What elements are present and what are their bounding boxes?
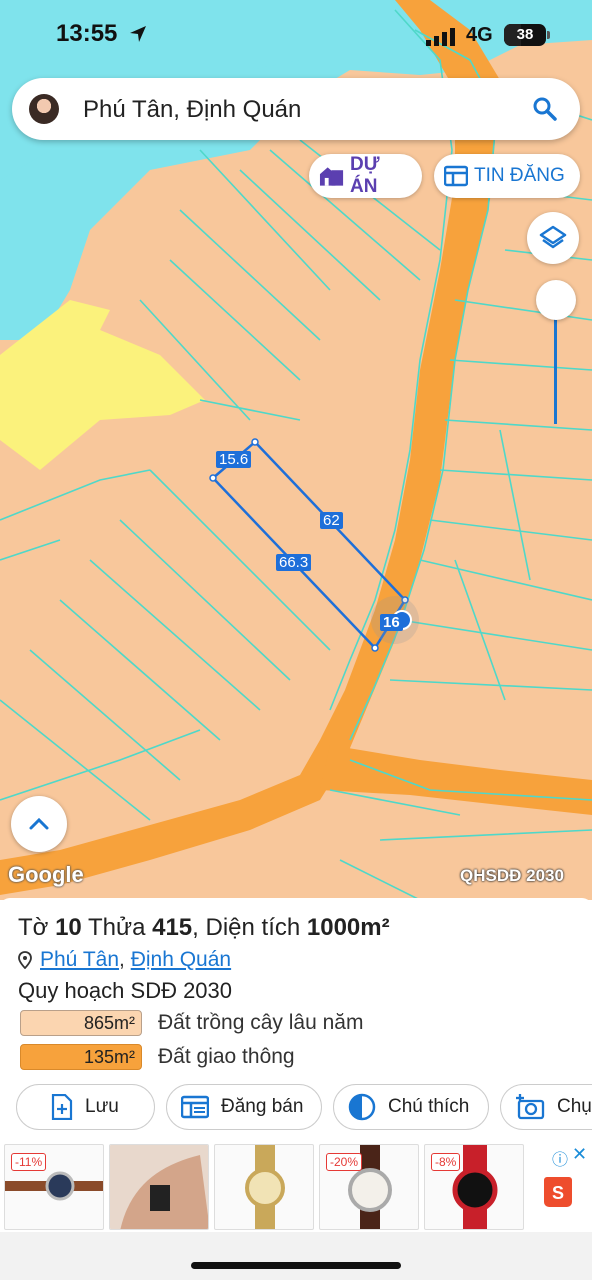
post-sale-label: Đăng bán bbox=[221, 1096, 304, 1117]
discount-badge: -11% bbox=[11, 1153, 47, 1171]
discount-badge: -8% bbox=[431, 1153, 461, 1171]
add-photo-icon bbox=[516, 1094, 545, 1120]
status-bar: 13:55 4G 38 bbox=[0, 0, 592, 70]
location-arrow-icon bbox=[130, 26, 146, 42]
title-mid2: , Diện tích bbox=[192, 914, 307, 941]
ad-item[interactable] bbox=[109, 1144, 209, 1230]
legend-area: 865m² bbox=[20, 1010, 142, 1036]
close-icon[interactable]: ✕ bbox=[572, 1144, 587, 1165]
parcel-area: 1000m² bbox=[306, 914, 390, 941]
listings-icon bbox=[181, 1095, 209, 1119]
shopee-logo-icon[interactable]: S bbox=[544, 1177, 572, 1207]
district-link[interactable]: Định Quán bbox=[131, 948, 231, 972]
title-mid: Thửa bbox=[81, 914, 153, 941]
projects-chip-label: DỰ ÁN bbox=[350, 154, 380, 197]
plan-label: Quy hoạch SDĐ 2030 bbox=[18, 978, 233, 1003]
parcel-marker-label[interactable]: 16 bbox=[380, 614, 403, 631]
search-bar[interactable]: Phú Tân, Định Quán bbox=[12, 78, 580, 140]
home-indicator[interactable] bbox=[191, 1262, 401, 1269]
ad-banner[interactable]: -11% -20% -8% ⓘ ✕ S bbox=[0, 1142, 592, 1232]
discount-badge: -20% bbox=[326, 1153, 363, 1171]
signal-icon bbox=[426, 28, 455, 46]
legend-row: 865m² Đất trồng cây lâu năm bbox=[20, 1010, 363, 1036]
ad-item[interactable]: -11% bbox=[4, 1144, 104, 1230]
search-icon[interactable] bbox=[532, 96, 558, 122]
sheet-number: 10 bbox=[55, 914, 82, 941]
listings-chip-label: TIN ĐĂNG bbox=[474, 165, 565, 186]
location-pin-icon bbox=[18, 951, 32, 969]
parcel-location: Phú Tân, Định Quán bbox=[18, 948, 231, 972]
map-layer-name: QHSDĐ 2030 bbox=[460, 866, 564, 885]
legend-button[interactable]: Chú thích bbox=[333, 1084, 489, 1130]
network-type: 4G bbox=[466, 24, 493, 46]
ward-link[interactable]: Phú Tân bbox=[40, 948, 119, 972]
add-file-icon bbox=[51, 1094, 73, 1120]
app-root: 15.6 62 66.3 16 13:55 4G 38 Phú Tân, Địn… bbox=[0, 0, 592, 1280]
dimension-label-left: 66.3 bbox=[276, 554, 312, 571]
parcel-title: Tờ 10 Thửa 415, Diện tích 1000m² bbox=[18, 914, 390, 942]
layers-button[interactable] bbox=[527, 212, 579, 264]
dimension-label-top: 15.6 bbox=[216, 451, 252, 468]
save-label: Lưu bbox=[85, 1096, 119, 1117]
ad-info-icon[interactable]: ⓘ bbox=[552, 1146, 568, 1170]
legend-label: Chú thích bbox=[388, 1096, 470, 1117]
layers-icon bbox=[539, 225, 567, 249]
home-area bbox=[0, 1232, 592, 1280]
projects-chip[interactable]: DỰ ÁN bbox=[309, 154, 422, 198]
parcel-number: 415 bbox=[152, 914, 193, 941]
capture-label: Chụp bbox=[557, 1096, 592, 1117]
listings-icon bbox=[444, 165, 468, 187]
action-bar: Lưu Đăng bán Chú thích Chụp bbox=[16, 1084, 592, 1132]
watch-image bbox=[245, 1145, 285, 1229]
clock: 13:55 bbox=[56, 20, 118, 47]
opacity-slider-knob[interactable] bbox=[536, 280, 576, 320]
watch-image bbox=[110, 1145, 208, 1229]
contrast-icon bbox=[348, 1093, 376, 1121]
building-icon bbox=[319, 167, 344, 186]
location-separator: , bbox=[119, 948, 125, 971]
legend-label: Đất trồng cây lâu năm bbox=[158, 1011, 364, 1034]
avatar[interactable] bbox=[29, 94, 59, 124]
legend-row: 135m² Đất giao thông bbox=[20, 1044, 295, 1070]
google-logo: Google bbox=[8, 862, 84, 887]
ad-item[interactable]: -20% bbox=[319, 1144, 419, 1230]
listings-chip[interactable]: TIN ĐĂNG bbox=[434, 154, 580, 198]
battery-icon: 38 bbox=[504, 24, 550, 46]
chevron-up-icon bbox=[29, 817, 49, 830]
parcel-info-panel: Tờ 10 Thửa 415, Diện tích 1000m² Phú Tân… bbox=[0, 898, 592, 1280]
ad-item[interactable] bbox=[214, 1144, 314, 1230]
post-sale-button[interactable]: Đăng bán bbox=[166, 1084, 322, 1130]
dimension-label-right: 62 bbox=[320, 512, 343, 529]
battery-level: 38 bbox=[516, 26, 534, 43]
capture-button[interactable]: Chụp bbox=[500, 1084, 592, 1130]
save-button[interactable]: Lưu bbox=[16, 1084, 155, 1130]
legend-label: Đất giao thông bbox=[158, 1045, 295, 1068]
search-input[interactable]: Phú Tân, Định Quán bbox=[83, 96, 301, 124]
legend-area: 135m² bbox=[20, 1044, 142, 1070]
title-prefix: Tờ bbox=[18, 914, 56, 941]
expand-panel-button[interactable] bbox=[11, 796, 67, 852]
ad-item[interactable]: -8% bbox=[424, 1144, 524, 1230]
